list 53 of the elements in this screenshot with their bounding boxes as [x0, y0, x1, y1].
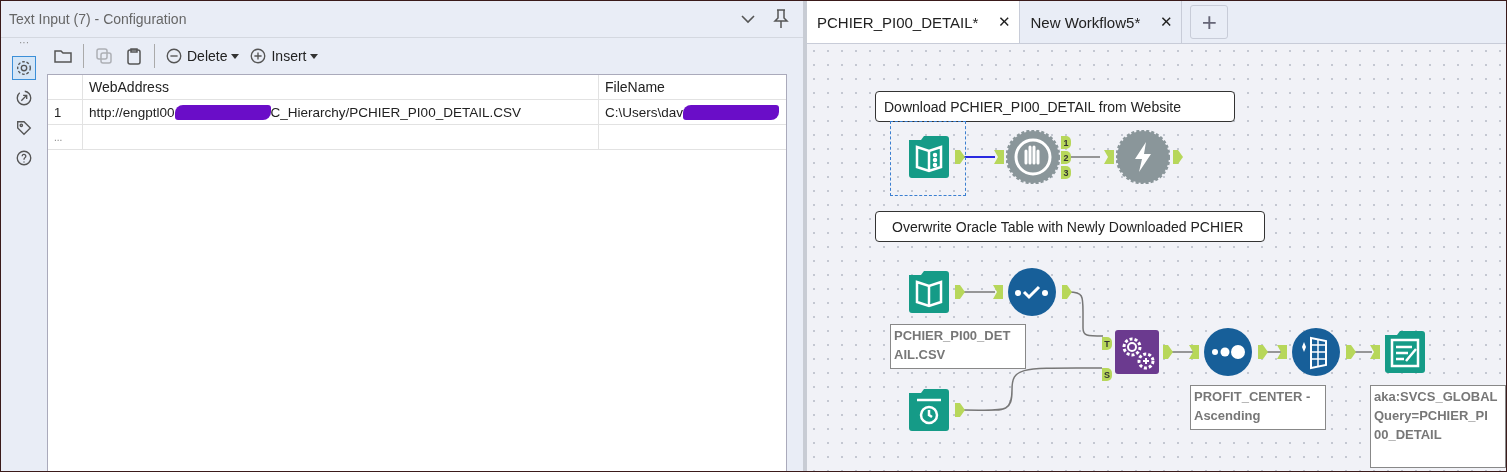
help-icon [15, 149, 33, 167]
connection-line [963, 291, 996, 293]
connection-line [963, 156, 996, 158]
connection-anchor[interactable] [1370, 345, 1380, 359]
row-number: 1 [53, 103, 63, 122]
check-tool-icon[interactable] [1005, 265, 1059, 319]
tag-icon [15, 119, 33, 137]
lightning-tool-icon[interactable] [1116, 130, 1170, 184]
comment-box[interactable]: Overwrite Oracle Table with Newly Downloaded PCHIER [875, 211, 1265, 242]
anchor-label[interactable]: T [1102, 337, 1112, 350]
side-tab[interactable] [12, 56, 36, 80]
toolbar-button[interactable]: Delete [163, 45, 242, 67]
chevron-down-icon[interactable] [741, 14, 755, 24]
copy-icon [94, 46, 114, 66]
gears-tool-icon[interactable] [1114, 329, 1160, 375]
connection-line [1171, 351, 1196, 353]
table-cell[interactable]: http://engptl00 C_Hierarchy/PCHIER_PI00_DETAIL.CSV [82, 100, 598, 124]
close-button[interactable]: ✕ [1160, 13, 1174, 31]
clipboard-icon [124, 46, 144, 66]
tool-annotation: PROFIT_CENTER - Ascending [1190, 385, 1326, 430]
comment-box[interactable]: Download PCHIER_PI00_DETAIL from Website [875, 91, 1235, 122]
anchor-label[interactable]: 2 [1061, 151, 1071, 164]
caret-icon [231, 53, 240, 59]
book-tool-icon[interactable] [906, 269, 952, 315]
tool-annotation: PCHIER_PI00_DET AIL.CSV [890, 324, 1026, 369]
dots-tool-icon[interactable] [1201, 325, 1255, 379]
toolbar-button[interactable]: Insert [247, 45, 321, 67]
anchor-label[interactable]: 3 [1061, 166, 1071, 179]
connection-anchor[interactable] [1189, 345, 1199, 359]
caret-icon [310, 53, 319, 59]
table-cell[interactable]: C:\Users\dav [598, 100, 786, 124]
book-tool-icon[interactable] [906, 134, 952, 180]
minus-circle-icon [165, 47, 183, 65]
pin-icon[interactable] [773, 9, 789, 29]
new-row-marker: ... [53, 130, 64, 145]
workflow-tab[interactable]: PCHIER_PI00_DETAIL* ✕ [807, 1, 1021, 43]
column-header[interactable]: FileName [598, 75, 786, 99]
document-tool-icon[interactable] [1382, 329, 1428, 375]
connection-line [1069, 156, 1101, 158]
close-button[interactable]: ✕ [998, 13, 1012, 31]
add-tab-button[interactable]: + [1190, 5, 1229, 39]
workflow-canvas[interactable]: Download PCHIER_PI00_DETAIL from Website Overwrite Oracle Table with Newly Downloaded PCHIER 1 2 3 PCHIER_PI00_DET AIL.CSV T S PROFIT_CENTER - Ascending aka:SVCS_GLOBAL Query=PCHIER_PI 00_DETAIL [807, 44, 1506, 471]
connection-anchor[interactable] [1277, 345, 1287, 359]
tool-annotation: aka:SVCS_GLOBAL Query=PCHIER_PI 00_DETAIL [1370, 385, 1506, 468]
anchor-label[interactable]: S [1102, 368, 1112, 381]
gear-icon [15, 59, 33, 77]
anchor-label[interactable]: 1 [1061, 136, 1071, 149]
panel-title: Text Input (7) - Configuration [9, 11, 188, 27]
connection-anchor[interactable] [993, 285, 1003, 299]
clock-tool-icon[interactable] [906, 387, 952, 433]
grid-tool-icon[interactable] [1289, 325, 1343, 379]
column-header[interactable]: WebAddress [82, 75, 598, 99]
plus-circle-icon [249, 47, 268, 65]
